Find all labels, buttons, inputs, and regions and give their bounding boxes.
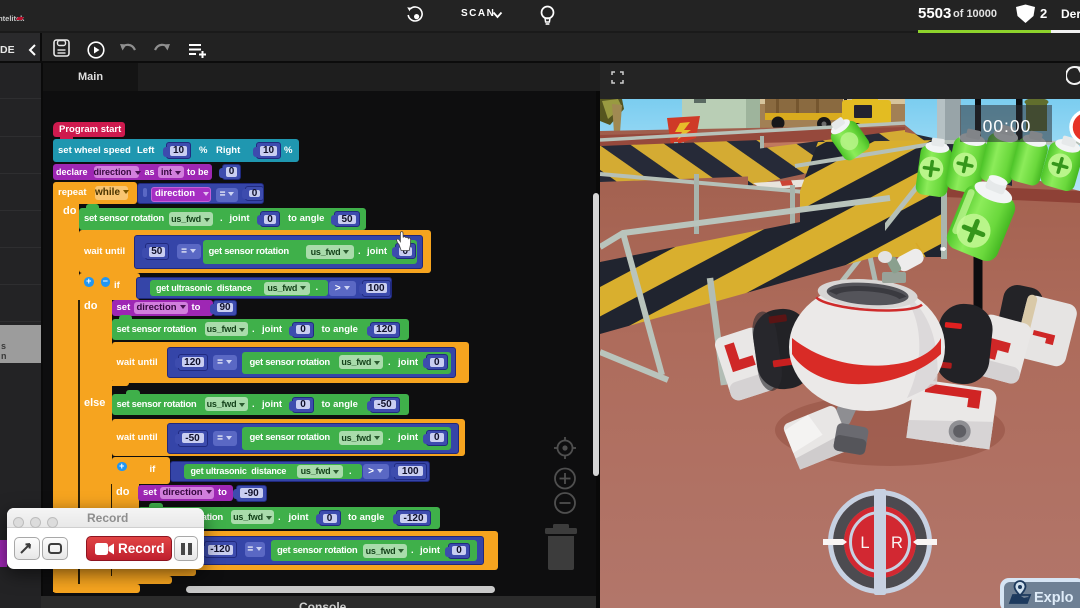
svg-text:Explo: Explo [1034,590,1074,606]
svg-text:R: R [891,534,903,552]
svg-text:00:00: 00:00 [983,116,1032,136]
svg-text:L: L [860,534,869,552]
